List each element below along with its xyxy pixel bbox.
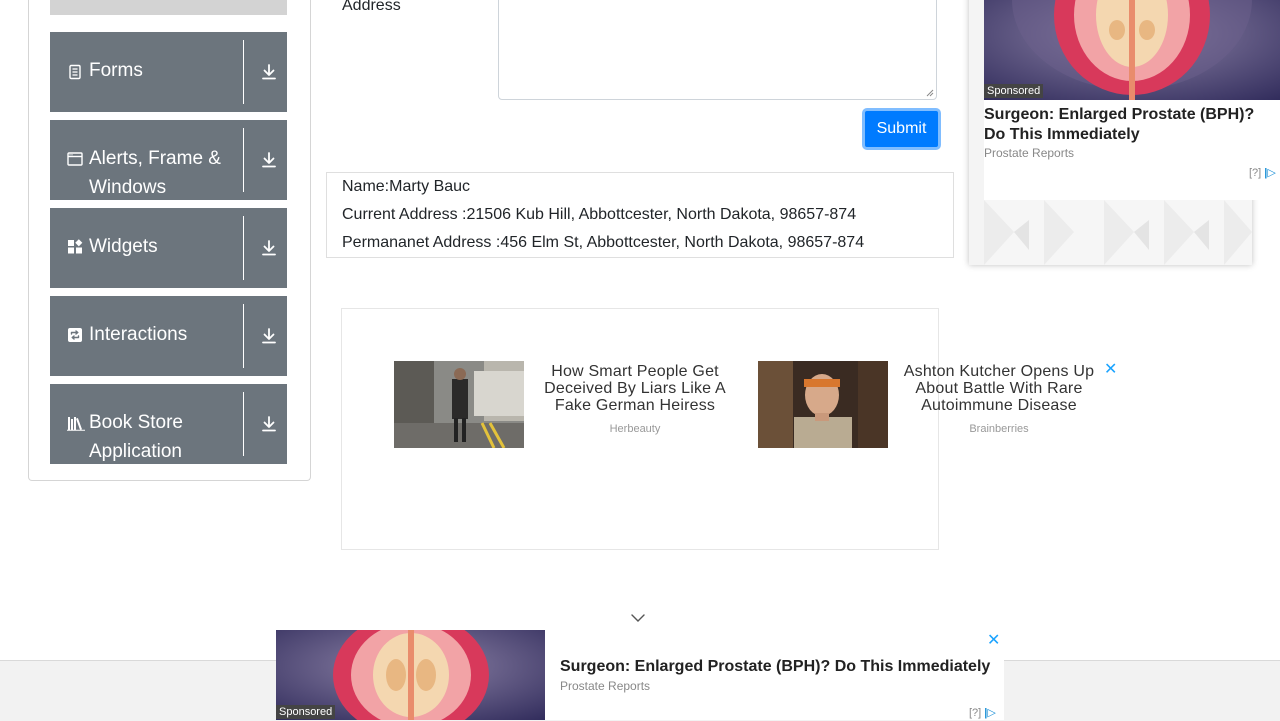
download-icon[interactable] bbox=[259, 150, 279, 170]
divider bbox=[243, 216, 244, 280]
divider bbox=[243, 392, 244, 456]
right-sponsored-ad[interactable]: Sponsored Surgeon: Enlarged Prostate (BP… bbox=[984, 0, 1280, 200]
sidebar-group-label: Book Store Application bbox=[89, 412, 183, 462]
adchoice-help-text: [?] bbox=[969, 707, 982, 719]
sidebar-previous-item-bar[interactable] bbox=[50, 0, 287, 15]
adchoice-play-icon: |▷ bbox=[1264, 167, 1276, 179]
sidebar-group-label: Interactions bbox=[89, 324, 188, 345]
interactions-icon bbox=[68, 328, 82, 342]
chevron-down-icon[interactable] bbox=[630, 612, 646, 624]
mid-ad-card[interactable]: How Smart People Get Deceived By Liars L… bbox=[394, 361, 734, 451]
mid-ad-close-button[interactable]: ✕ bbox=[1104, 359, 1117, 379]
download-icon[interactable] bbox=[259, 414, 279, 434]
divider bbox=[243, 40, 244, 104]
output-current-address: Current Address :21506 Kub Hill, Abbottc… bbox=[342, 206, 857, 223]
adchoice-play-icon: |▷ bbox=[984, 707, 996, 719]
permanent-address-textarea[interactable] bbox=[498, 0, 937, 100]
ad-thumbnail-image[interactable] bbox=[758, 361, 888, 448]
submit-button[interactable]: Submit bbox=[862, 108, 941, 150]
ad-title[interactable]: How Smart People Get Deceived By Liars L… bbox=[530, 363, 740, 414]
ad-source: Prostate Reports bbox=[984, 146, 1075, 160]
ad-source: Herbeauty bbox=[609, 423, 661, 435]
books-icon bbox=[67, 417, 85, 431]
divider bbox=[243, 304, 244, 368]
sponsored-label: Sponsored bbox=[984, 84, 1044, 98]
sidebar-group-label: Widgets bbox=[89, 236, 158, 257]
sidebar-group-forms[interactable]: Forms bbox=[50, 32, 287, 112]
mid-ad-card[interactable]: Ashton Kutcher Opens Up About Battle Wit… bbox=[758, 361, 1108, 451]
window-icon bbox=[67, 152, 83, 166]
bottom-ad-close-button[interactable]: ✕ bbox=[987, 630, 1000, 650]
divider bbox=[243, 128, 244, 192]
adchoice-help-text: [?] bbox=[1249, 167, 1262, 179]
sidebar-group-interactions[interactable]: Interactions bbox=[50, 296, 287, 376]
sidebar-group-label: Forms bbox=[89, 60, 143, 81]
ad-headline[interactable]: Surgeon: Enlarged Prostate (BPH)? Do Thi… bbox=[560, 658, 990, 676]
sidebar-group-label: Alerts, Frame & Windows bbox=[89, 148, 221, 198]
download-icon[interactable] bbox=[259, 62, 279, 82]
adchoice-badge[interactable]: [?] |▷ bbox=[1249, 166, 1276, 179]
output-permanent-address: Permananet Address :456 Elm St, Abbottce… bbox=[342, 234, 865, 251]
resize-grip-icon[interactable] bbox=[926, 89, 934, 97]
sidebar-group-widgets[interactable]: Widgets bbox=[50, 208, 287, 288]
bottom-sponsored-ad[interactable]: Sponsored Surgeon: Enlarged Prostate (BP… bbox=[276, 630, 1004, 720]
ad-source: Prostate Reports bbox=[560, 679, 651, 693]
output-box: Name:Marty Bauc Current Address :21506 K… bbox=[326, 172, 954, 258]
sponsored-label: Sponsored bbox=[276, 705, 336, 719]
widgets-icon bbox=[68, 239, 83, 254]
adchoice-badge[interactable]: [?] |▷ bbox=[969, 706, 996, 719]
ad-headline[interactable]: Surgeon: Enlarged Prostate (BPH)? Do Thi… bbox=[984, 105, 1280, 145]
ad-thumbnail-image[interactable] bbox=[394, 361, 524, 448]
ad-background-pattern bbox=[984, 200, 1252, 265]
output-name: Name:Marty Bauc bbox=[342, 178, 471, 195]
permanent-address-label: Address bbox=[342, 0, 401, 14]
sidebar-group-alerts-frame-windows[interactable]: Alerts, Frame & Windows bbox=[50, 120, 287, 200]
ad-title[interactable]: Ashton Kutcher Opens Up About Battle Wit… bbox=[894, 363, 1104, 414]
form-icon bbox=[69, 64, 81, 80]
download-icon[interactable] bbox=[259, 238, 279, 258]
download-icon[interactable] bbox=[259, 326, 279, 346]
ad-source: Brainberries bbox=[969, 423, 1029, 435]
mid-ad-widget: How Smart People Get Deceived By Liars L… bbox=[341, 308, 1094, 550]
sidebar-group-book-store-application[interactable]: Book Store Application bbox=[50, 384, 287, 464]
